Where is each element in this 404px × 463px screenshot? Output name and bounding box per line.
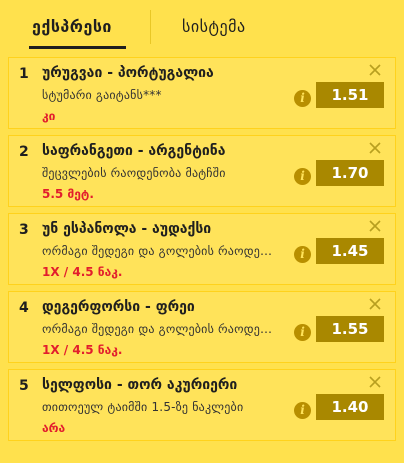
bet-card: 2 საფრანგეთი - არგენტინა შეცვლების რაოდე… bbox=[8, 135, 396, 207]
odd-button[interactable]: 1.51 bbox=[316, 82, 384, 108]
info-icon[interactable]: i bbox=[294, 246, 311, 263]
bet-number: 5 bbox=[19, 378, 29, 394]
bet-card: 5 სელფოსი - თორ აკურიერი თითოეულ ტაიმში … bbox=[8, 369, 396, 441]
bet-card: 3 უნ ესპანოლა - აუდაქსი ორმაგი შედეგი და… bbox=[8, 213, 396, 285]
bet-number: 2 bbox=[19, 144, 29, 160]
bet-type-tabs: ექსპრესი სისტემა bbox=[0, 0, 404, 52]
bet-card: 1 ურუგვაი - პორტუგალია სტუმარი გაიტანს**… bbox=[8, 57, 396, 129]
selected-outcome: კი bbox=[42, 109, 56, 123]
market-name: ორმაგი შედეგი და გოლების რაოდენობა bbox=[42, 244, 274, 258]
market-name: თითოეულ ტაიმში 1.5-ზე ნაკლები bbox=[42, 400, 244, 414]
selected-outcome: 1X / 4.5 ნაკ. bbox=[42, 265, 123, 279]
close-icon[interactable] bbox=[369, 142, 381, 154]
market-name: შეცვლების რაოდენობა მატჩში bbox=[42, 166, 226, 180]
bet-number: 1 bbox=[19, 66, 29, 82]
match-title: საფრანგეთი - არგენტინა bbox=[42, 143, 226, 159]
match-title: დეგერფორსი - ფრეი bbox=[42, 299, 195, 315]
market-name: სტუმარი გაიტანს*** bbox=[42, 88, 162, 102]
tab-express[interactable]: ექსპრესი bbox=[32, 17, 112, 39]
odd-button[interactable]: 1.45 bbox=[316, 238, 384, 264]
bet-card: 4 დეგერფორსი - ფრეი ორმაგი შედეგი და გოლ… bbox=[8, 291, 396, 363]
tab-divider bbox=[150, 10, 151, 44]
close-icon[interactable] bbox=[369, 64, 381, 76]
close-icon[interactable] bbox=[369, 220, 381, 232]
odd-button[interactable]: 1.55 bbox=[316, 316, 384, 342]
market-name: ორმაგი შედეგი და გოლების რაოდენობა bbox=[42, 322, 274, 336]
selected-outcome: 1X / 4.5 ნაკ. bbox=[42, 343, 123, 357]
odd-button[interactable]: 1.40 bbox=[316, 394, 384, 420]
info-icon[interactable]: i bbox=[294, 402, 311, 419]
match-title: უნ ესპანოლა - აუდაქსი bbox=[42, 221, 212, 237]
close-icon[interactable] bbox=[369, 298, 381, 310]
info-icon[interactable]: i bbox=[294, 90, 311, 107]
match-title: სელფოსი - თორ აკურიერი bbox=[42, 377, 238, 393]
info-icon[interactable]: i bbox=[294, 324, 311, 341]
bet-number: 4 bbox=[19, 300, 29, 316]
info-icon[interactable]: i bbox=[294, 168, 311, 185]
selected-outcome: არა bbox=[42, 421, 66, 435]
odd-button[interactable]: 1.70 bbox=[316, 160, 384, 186]
selected-outcome: 5.5 მეტ. bbox=[42, 187, 94, 201]
match-title: ურუგვაი - პორტუგალია bbox=[42, 65, 214, 81]
tab-system[interactable]: სისტემა bbox=[182, 17, 246, 39]
close-icon[interactable] bbox=[369, 376, 381, 388]
bet-number: 3 bbox=[19, 222, 29, 238]
active-tab-indicator bbox=[29, 46, 126, 49]
